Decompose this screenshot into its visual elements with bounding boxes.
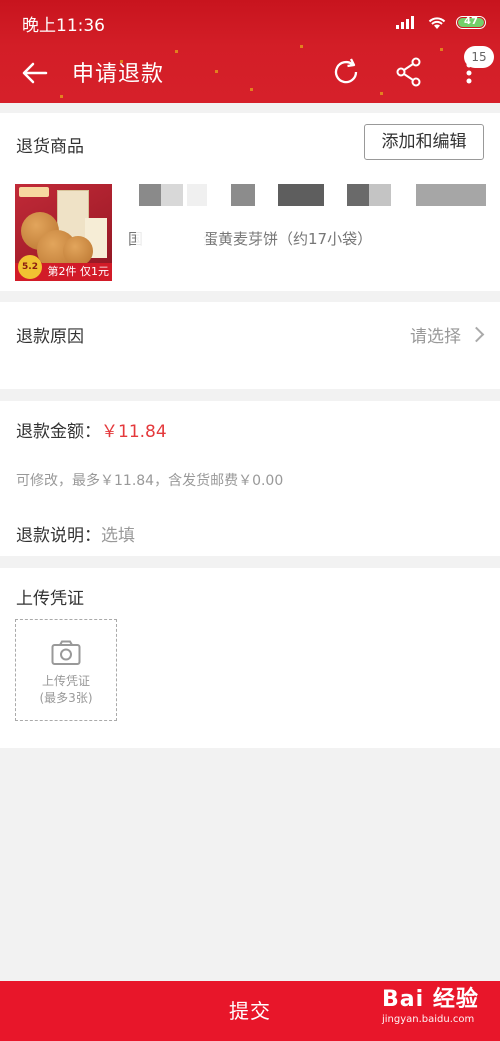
baidu-jingyan-watermark: Bai 经验 jingyan.baidu.com <box>382 987 479 1025</box>
amount-value[interactable]: ￥11.84 <box>101 422 167 442</box>
refund-note-row[interactable]: 退款说明：选填 <box>16 521 135 546</box>
amount-label: 退款金额： <box>16 422 101 442</box>
upload-box-label: 上传凭证 <box>41 674 90 688</box>
chevron-right-icon <box>468 326 485 343</box>
app-header: 晚上11:36 47 申请退款 15 <box>0 0 500 103</box>
upload-box-limit: (最多3张) <box>39 691 93 705</box>
goods-section-title: 退货商品 <box>16 137 84 157</box>
refund-note-label: 退款说明： <box>16 526 101 546</box>
refresh-icon[interactable] <box>330 56 362 88</box>
reason-select[interactable]: 请选择 <box>410 322 485 347</box>
upload-proof-button[interactable]: 上传凭证 (最多3张) <box>15 619 117 721</box>
back-arrow-icon[interactable] <box>20 58 50 88</box>
reason-placeholder: 请选择 <box>410 327 461 347</box>
status-icons: 47 <box>396 12 486 32</box>
amount-row: 退款金额：￥11.84 <box>16 417 167 442</box>
thumbnail-promo-tag: 5.2 <box>18 255 42 279</box>
message-badge[interactable]: 15 <box>464 46 494 68</box>
upload-section-title: 上传凭证 <box>16 589 84 609</box>
reason-label: 退款原因 <box>16 327 84 347</box>
camera-icon <box>51 640 81 665</box>
product-thumbnail[interactable]: 第2件 仅1元 5.2 <box>15 184 112 281</box>
amount-hint: 可修改，最多￥11.84，含发货邮费￥0.00 <box>16 473 284 489</box>
signal-icon <box>396 16 414 29</box>
battery-icon: 47 <box>456 15 486 29</box>
wifi-icon <box>428 16 446 29</box>
share-icon[interactable] <box>393 56 425 88</box>
refund-note-input[interactable]: 选填 <box>101 526 135 546</box>
product-name-blur <box>136 226 206 248</box>
add-edit-button[interactable]: 添加和编辑 <box>364 124 484 160</box>
page-title: 申请退款 <box>72 62 165 87</box>
status-time: 晚上11:36 <box>22 16 105 36</box>
